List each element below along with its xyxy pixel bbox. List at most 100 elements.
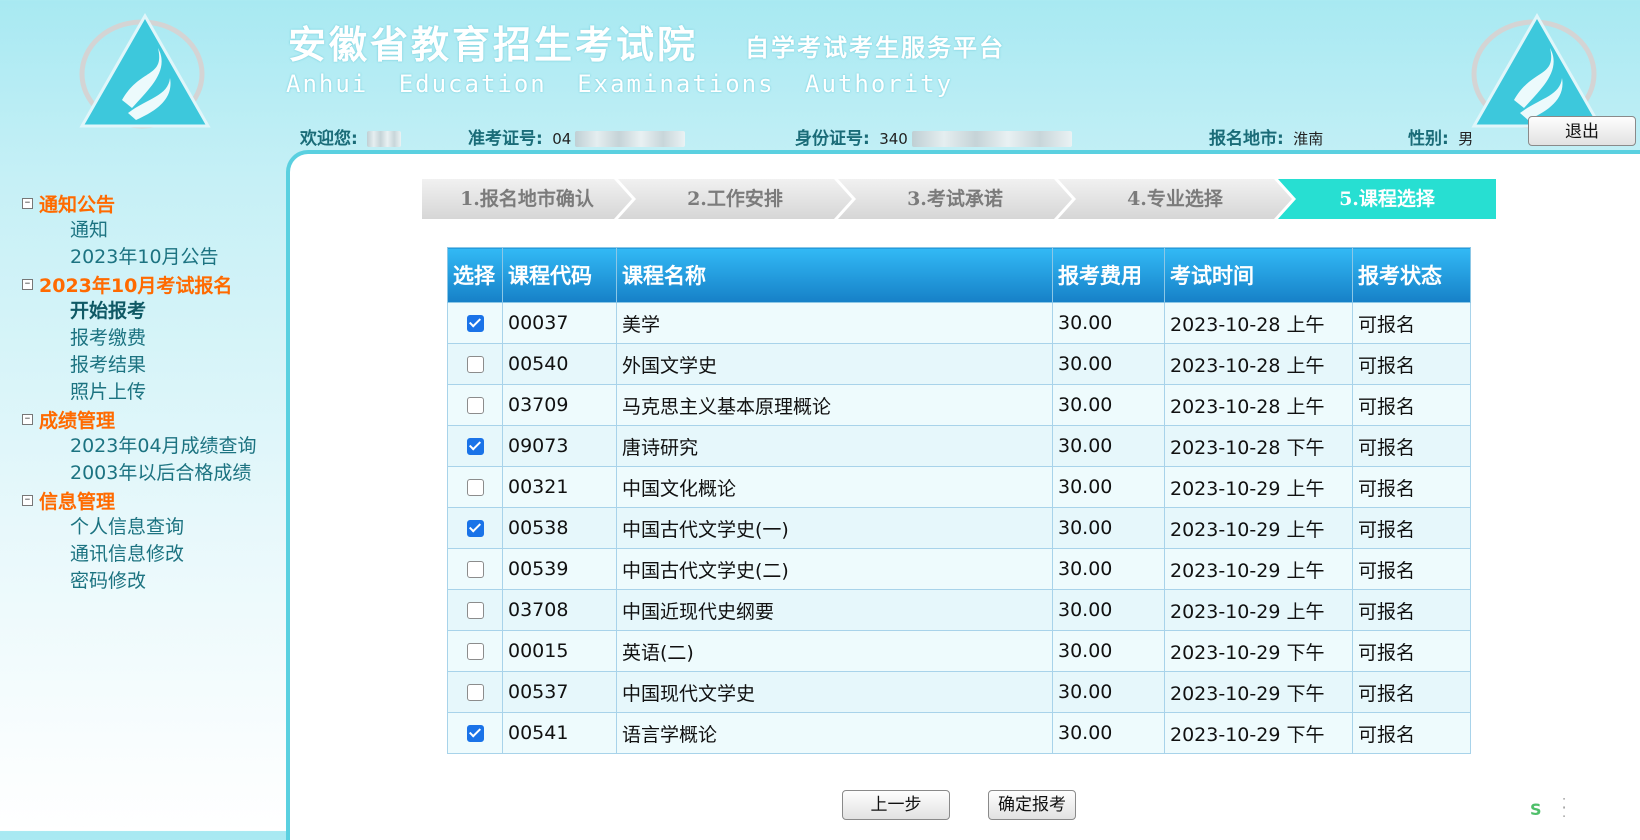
course-fee-cell: 30.00 bbox=[1052, 548, 1165, 590]
course-checkbox[interactable] bbox=[466, 642, 484, 660]
course-code-cell: 00537 bbox=[502, 671, 617, 713]
course-checkbox[interactable] bbox=[466, 601, 484, 619]
course-status-cell: 可报名 bbox=[1352, 384, 1471, 426]
course-fee-cell: 30.00 bbox=[1052, 630, 1165, 672]
sidebar-nav: − 通知公告 通知 2023年10月公告 −2023年10月考试报名 开始报考 报考缴费 报考… bbox=[22, 190, 282, 595]
select-cell bbox=[447, 712, 503, 754]
gender-value: 男 bbox=[1458, 130, 1474, 148]
course-name-cell: 马克思主义基本原理概论 bbox=[616, 384, 1053, 426]
sidebar-section-3[interactable]: − 成绩管理 bbox=[22, 406, 282, 433]
course-time-cell: 2023-10-29 上午 bbox=[1164, 507, 1353, 549]
course-status-cell: 可报名 bbox=[1352, 302, 1471, 344]
table-row: 00037 美学 30.00 2023-10-28 上午 可报名 bbox=[447, 302, 1471, 344]
course-checkbox[interactable] bbox=[466, 478, 484, 496]
course-checkbox[interactable] bbox=[466, 560, 484, 578]
course-name-cell: 中国文化概论 bbox=[616, 466, 1053, 508]
course-fee-cell: 30.00 bbox=[1052, 712, 1165, 754]
sidebar-item[interactable]: 2003年以后合格成绩 bbox=[22, 460, 282, 487]
step-1: 1.报名地市确认 bbox=[422, 179, 632, 219]
course-checkbox[interactable] bbox=[466, 683, 484, 701]
course-table: 选择 课程代码 课程名称 报考费用 考试时间 报考状态 00037 美学 30.00… bbox=[447, 247, 1471, 754]
course-fee-cell: 30.00 bbox=[1052, 302, 1165, 344]
sidebar-section-4[interactable]: − 信息管理 bbox=[22, 487, 282, 514]
sidebar-item[interactable]: 个人信息查询 bbox=[22, 514, 282, 541]
city-label: 报名地市: bbox=[1209, 129, 1284, 149]
prev-step-button[interactable]: 上一步 bbox=[842, 790, 950, 820]
course-name-cell: 中国古代文学史(一) bbox=[616, 507, 1053, 549]
table-row: 03709 马克思主义基本原理概论 30.00 2023-10-28 上午 可报名 bbox=[447, 384, 1471, 426]
course-name-cell: 中国近现代史纲要 bbox=[616, 589, 1053, 631]
course-time-cell: 2023-10-29 上午 bbox=[1164, 589, 1353, 631]
course-code-cell: 09073 bbox=[502, 425, 617, 467]
course-status-cell: 可报名 bbox=[1352, 507, 1471, 549]
select-cell bbox=[447, 671, 503, 713]
sidebar-item[interactable]: 通知 bbox=[22, 217, 282, 244]
course-time-cell: 2023-10-28 上午 bbox=[1164, 343, 1353, 385]
sidebar-section-2[interactable]: −2023年10月考试报名 bbox=[22, 271, 282, 298]
sidebar-item[interactable]: 2023年10月公告 bbox=[22, 244, 282, 271]
collapse-icon[interactable]: − bbox=[22, 279, 33, 290]
site-subtitle: 自学考试考生服务平台 bbox=[745, 34, 1005, 62]
gender-info: 性别: 男 bbox=[1408, 124, 1473, 149]
site-title: 安徽省教育招生考试院 bbox=[288, 22, 699, 67]
id-value: 340 bbox=[879, 130, 908, 148]
step-2: 2.工作安排 bbox=[618, 179, 852, 219]
course-fee-cell: 30.00 bbox=[1052, 425, 1165, 467]
ticket-value: 04 bbox=[552, 130, 572, 148]
course-fee-cell: 30.00 bbox=[1052, 507, 1165, 549]
col-header-code: 课程代码 bbox=[502, 247, 617, 303]
course-checkbox[interactable] bbox=[466, 396, 484, 414]
name-redacted bbox=[367, 131, 402, 147]
collapse-icon[interactable]: − bbox=[22, 495, 33, 506]
col-header-time: 考试时间 bbox=[1164, 247, 1353, 303]
course-fee-cell: 30.00 bbox=[1052, 343, 1165, 385]
course-status-cell: 可报名 bbox=[1352, 425, 1471, 467]
course-name-cell: 美学 bbox=[616, 302, 1053, 344]
sidebar-item[interactable]: 报考缴费 bbox=[22, 325, 282, 352]
course-status-cell: 可报名 bbox=[1352, 671, 1471, 713]
course-checkbox[interactable] bbox=[466, 437, 484, 455]
course-fee-cell: 30.00 bbox=[1052, 384, 1165, 426]
course-name-cell: 唐诗研究 bbox=[616, 425, 1053, 467]
sidebar-item[interactable]: 报考结果 bbox=[22, 352, 282, 379]
course-fee-cell: 30.00 bbox=[1052, 671, 1165, 713]
sidebar-section-title[interactable]: 通知公告 bbox=[39, 190, 115, 217]
city-value: 淮南 bbox=[1293, 130, 1324, 148]
course-name-cell: 中国现代文学史 bbox=[616, 671, 1053, 713]
sidebar-item[interactable]: 通讯信息修改 bbox=[22, 541, 282, 568]
course-name-cell: 语言学概论 bbox=[616, 712, 1053, 754]
course-code-cell: 03708 bbox=[502, 589, 617, 631]
course-name-cell: 外国文学史 bbox=[616, 343, 1053, 385]
ticket-info: 准考证号: 04 bbox=[468, 124, 686, 149]
course-fee-cell: 30.00 bbox=[1052, 466, 1165, 508]
sidebar-item[interactable]: 2023年04月成绩查询 bbox=[22, 433, 282, 460]
logout-button[interactable]: 退出 bbox=[1528, 116, 1636, 146]
table-row: 00539 中国古代文学史(二) 30.00 2023-10-29 上午 可报名 bbox=[447, 548, 1471, 590]
course-code-cell: 00541 bbox=[502, 712, 617, 754]
watermark-dots-icon: ⁚ ⁚ bbox=[1562, 797, 1567, 821]
course-checkbox[interactable] bbox=[466, 724, 484, 742]
course-checkbox[interactable] bbox=[466, 355, 484, 373]
course-checkbox[interactable] bbox=[466, 314, 484, 332]
course-name-cell: 中国古代文学史(二) bbox=[616, 548, 1053, 590]
step-4: 4.专业选择 bbox=[1058, 179, 1292, 219]
sidebar-item[interactable]: 开始报考 bbox=[22, 298, 282, 325]
sidebar-section-title[interactable]: 信息管理 bbox=[39, 487, 115, 514]
course-time-cell: 2023-10-28 下午 bbox=[1164, 425, 1353, 467]
collapse-icon[interactable]: − bbox=[22, 414, 33, 425]
sidebar-section-title[interactable]: 2023年10月考试报名 bbox=[39, 271, 232, 298]
table-row: 00540 外国文学史 30.00 2023-10-28 上午 可报名 bbox=[447, 343, 1471, 385]
sidebar-section-1[interactable]: − 通知公告 bbox=[22, 190, 282, 217]
col-header-select: 选择 bbox=[447, 247, 503, 303]
collapse-icon[interactable]: − bbox=[22, 198, 33, 209]
watermark-logo-icon: S bbox=[1530, 800, 1542, 819]
confirm-register-button[interactable]: 确定报考 bbox=[988, 790, 1076, 820]
sidebar-section-title[interactable]: 成绩管理 bbox=[39, 406, 115, 433]
course-fee-cell: 30.00 bbox=[1052, 589, 1165, 631]
course-checkbox[interactable] bbox=[466, 519, 484, 537]
sidebar-item[interactable]: 照片上传 bbox=[22, 379, 282, 406]
sidebar-item[interactable]: 密码修改 bbox=[22, 568, 282, 595]
course-name-cell: 英语(二) bbox=[616, 630, 1053, 672]
select-cell bbox=[447, 589, 503, 631]
select-cell bbox=[447, 507, 503, 549]
